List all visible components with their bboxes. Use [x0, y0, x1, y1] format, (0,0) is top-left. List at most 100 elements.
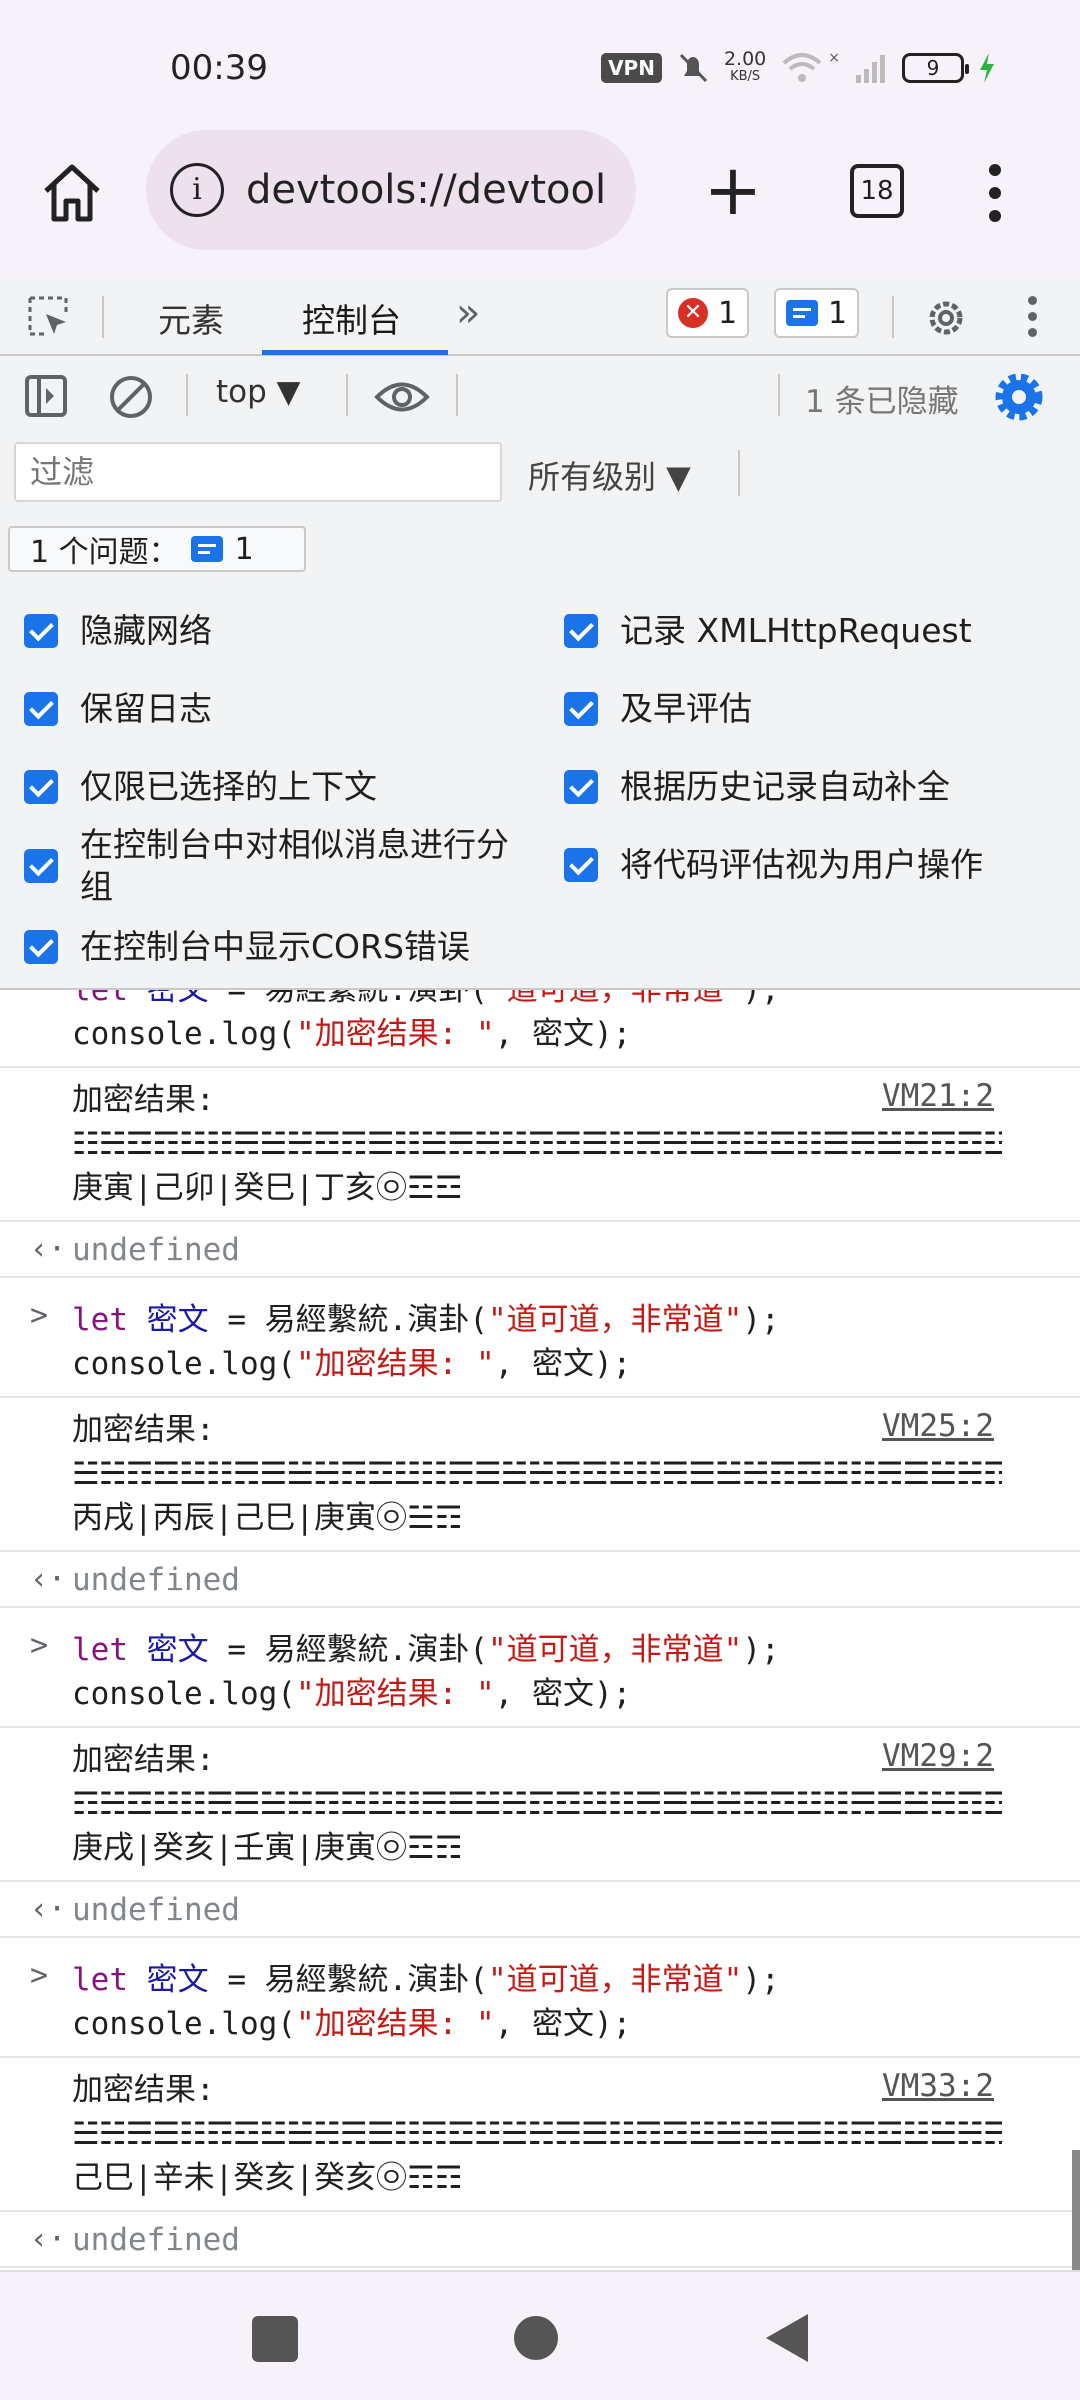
- option-eager-evaluation[interactable]: 及早评估: [564, 688, 752, 730]
- filter-input[interactable]: [14, 442, 502, 502]
- checkbox[interactable]: [564, 770, 598, 804]
- code-line-2: console.log("加密结果: ", 密文);: [72, 1342, 1080, 1386]
- checkbox[interactable]: [564, 848, 598, 882]
- close-paren: );: [742, 990, 780, 1008]
- operator: =: [208, 990, 265, 1008]
- console-input-entry: > let 密文 = 易經繫統.演卦("道可道，非常道"); console.l…: [0, 990, 1080, 1068]
- option-label: 隐藏网络: [80, 611, 212, 650]
- devtools-menu-icon[interactable]: [1025, 292, 1041, 342]
- option-preserve-log[interactable]: 保留日志: [24, 688, 212, 730]
- sidebar-toggle-icon[interactable]: [24, 374, 68, 418]
- issues-row: 1 个问题： 1: [0, 512, 1080, 584]
- tab-console[interactable]: 控制台: [302, 294, 401, 342]
- context-selector[interactable]: top ▼: [216, 374, 301, 410]
- string-arg: "道可道，非常道": [488, 1632, 743, 1668]
- issues-button[interactable]: 1 个问题： 1: [8, 526, 306, 572]
- devtools-tab-bar: 元素 控制台 » ✕ 1 1: [0, 278, 1080, 356]
- checkbox[interactable]: [24, 849, 58, 883]
- console-settings-panel: 隐藏网络 保留日志 仅限已选择的上下文 在控制台中对相似消息进行分组 在控制台中…: [0, 584, 1080, 990]
- source-link[interactable]: VM25:2: [882, 1408, 994, 1444]
- console-output-entry: 加密结果: VM29:2 ☶☵☲☳☷☴☰☱☵☶☲☳☷☴☰☱☵☶☲☳☷☴☰☱☵☶☲…: [0, 1728, 1080, 1882]
- network-speed-unit: KB/S: [730, 69, 761, 84]
- option-label: 在控制台中对相似消息进行分组: [80, 825, 509, 906]
- option-label: 将代码评估视为用户操作: [620, 845, 983, 884]
- battery-indicator: 9: [902, 53, 969, 83]
- option-show-cors-errors[interactable]: 在控制台中显示CORS错误: [24, 926, 470, 968]
- option-label: 根据历史记录自动补全: [620, 767, 950, 806]
- close-paren: );: [742, 1962, 780, 1998]
- keyword: let: [72, 990, 128, 1008]
- home-nav-button[interactable]: [514, 2316, 558, 2360]
- checkbox[interactable]: [564, 692, 598, 726]
- close-paren: );: [742, 1302, 780, 1338]
- checkbox[interactable]: [24, 770, 58, 804]
- site-info-icon[interactable]: i: [170, 163, 224, 217]
- more-tabs-icon[interactable]: »: [456, 290, 480, 336]
- clear-console-icon[interactable]: [108, 374, 154, 420]
- code-suffix: , 密文);: [494, 2006, 632, 2042]
- option-user-activation[interactable]: 将代码评估视为用户操作: [564, 844, 983, 886]
- filter-separator: [738, 450, 740, 496]
- inspect-element-icon[interactable]: [26, 294, 70, 338]
- checkbox[interactable]: [24, 930, 58, 964]
- error-count-badge[interactable]: ✕ 1: [666, 288, 750, 338]
- console-log-call: console.log(: [72, 1016, 296, 1052]
- muted-bell-icon: [679, 53, 708, 83]
- url-text[interactable]: devtools://devtool: [246, 167, 606, 213]
- code-line-1: let 密文 = 易經繫統.演卦("道可道，非常道");: [72, 1958, 1080, 2002]
- option-selected-context-only[interactable]: 仅限已选择的上下文: [24, 766, 377, 808]
- console-settings-gear-icon[interactable]: [994, 372, 1044, 422]
- message-count-badge[interactable]: 1: [774, 288, 860, 338]
- checkbox[interactable]: [24, 614, 58, 648]
- code-suffix: , 密文);: [494, 1346, 632, 1382]
- result-value: undefined: [72, 1562, 240, 1598]
- checkbox[interactable]: [564, 614, 598, 648]
- toolbar-separator: [456, 374, 458, 416]
- recents-button[interactable]: [252, 2316, 298, 2362]
- result-value: undefined: [72, 1892, 240, 1928]
- log-levels-dropdown[interactable]: 所有级别 ▼: [528, 452, 691, 498]
- cipher-text: ☱☵☴☰☷☶☲☳☱☵☴☰☷☶☲☳☱☵☴☰☷☶☲☳☱☵☴☰☷☶☲☳☱☵☴☰䷀: [72, 2116, 1002, 2152]
- stems-text: 丙戌|丙辰|己巳|庚寅㉧☱☶: [72, 1500, 463, 1536]
- console-output-entry: 加密结果: VM21:2 ☷☵☲☶☳☷☴☱☵☲☶☰☷☱☴☵☳☶☲☰☷☴☵☱☶☳☲…: [0, 1068, 1080, 1222]
- source-link[interactable]: VM33:2: [882, 2068, 994, 2104]
- settings-gear-icon[interactable]: [922, 294, 970, 342]
- keyword: let: [72, 1962, 128, 1998]
- string-arg: "加密结果: ": [295, 1016, 495, 1052]
- option-hide-network[interactable]: 隐藏网络: [24, 610, 212, 652]
- message-icon: [786, 300, 818, 326]
- toolbar-separator: [186, 374, 188, 416]
- new-tab-button[interactable]: +: [700, 150, 766, 230]
- code-line-2: console.log("加密结果: ", 密文);: [72, 1672, 1080, 1716]
- tab-elements[interactable]: 元素: [158, 294, 224, 342]
- option-group-similar[interactable]: 在控制台中对相似消息进行分组: [24, 824, 524, 908]
- tab-switcher-button[interactable]: 18: [850, 164, 904, 218]
- console-scrollbar[interactable]: [1072, 2150, 1080, 2270]
- vpn-badge: VPN: [601, 53, 662, 83]
- active-tab-indicator: [262, 350, 448, 355]
- function-call: 易經繫統.演卦(: [264, 1302, 488, 1338]
- address-bar[interactable]: i devtools://devtool: [146, 130, 636, 250]
- code-suffix: , 密文);: [494, 1676, 632, 1712]
- string-arg: "加密结果: ": [295, 2006, 495, 2042]
- option-log-xhr[interactable]: 记录 XMLHttpRequest: [564, 610, 972, 652]
- console-log[interactable]: > let 密文 = 易經繫統.演卦("道可道，非常道"); console.l…: [0, 990, 1080, 2270]
- tab-separator: [102, 296, 104, 338]
- code-line-2: console.log("加密结果: ", 密文);: [72, 1012, 1080, 1056]
- result-arrow-icon: ‹·: [30, 1562, 67, 1597]
- console-log-call: console.log(: [72, 1676, 296, 1712]
- console-input-entry: > let 密文 = 易經繫統.演卦("道可道，非常道"); console.l…: [0, 1608, 1080, 1728]
- browser-toolbar: i devtools://devtool + 18: [0, 130, 1080, 278]
- home-icon[interactable]: [36, 157, 108, 229]
- option-label: 仅限已选择的上下文: [80, 767, 377, 806]
- browser-menu-icon[interactable]: [975, 158, 1015, 228]
- live-expression-eye-icon[interactable]: [374, 380, 430, 414]
- status-bar: 00:39 VPN 2.00 KB/S × 9: [0, 0, 1080, 130]
- source-link[interactable]: VM21:2: [882, 1078, 994, 1114]
- option-autocomplete-history[interactable]: 根据历史记录自动补全: [564, 766, 950, 808]
- input-chevron-icon: >: [30, 1628, 49, 1663]
- code-line-1: let 密文 = 易經繫統.演卦("道可道，非常道");: [72, 1628, 1080, 1672]
- source-link[interactable]: VM29:2: [882, 1738, 994, 1774]
- back-button[interactable]: [766, 2314, 808, 2362]
- checkbox[interactable]: [24, 692, 58, 726]
